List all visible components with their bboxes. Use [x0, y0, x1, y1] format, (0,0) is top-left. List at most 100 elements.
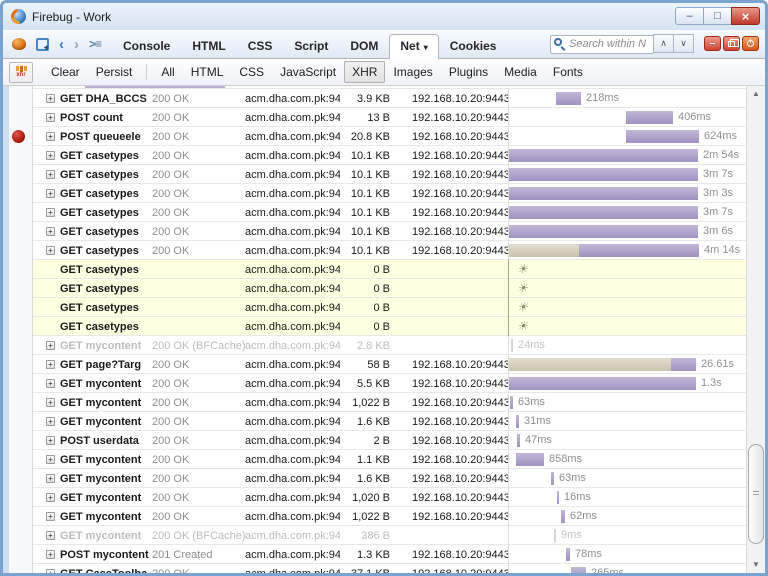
filter-fonts[interactable]: Fonts [545, 61, 591, 83]
size-cell: 10.1 KB [350, 244, 390, 257]
firebug-icon[interactable] [12, 38, 26, 50]
search-next-button[interactable]: ∨ [673, 34, 694, 54]
remote-ip-cell: 192.168.10.20:9443 [412, 358, 508, 371]
filter-plugins[interactable]: Plugins [441, 61, 496, 83]
timeline-cell: 4m 14s [508, 241, 746, 260]
expand-icon[interactable]: + [46, 246, 55, 255]
expand-icon[interactable]: + [46, 550, 55, 559]
scroll-down-button[interactable]: ▼ [747, 557, 765, 573]
expand-icon[interactable]: + [46, 113, 55, 122]
table-row[interactable]: + GET CaseToolba200 OKacm.dha.com.pk:9443… [33, 564, 746, 573]
firebug-detach-button[interactable] [723, 36, 740, 52]
filter-javascript[interactable]: JavaScript [272, 61, 344, 83]
table-row[interactable]: + GET casetypes 200 OK acm.dha.com.pk:9443 1… [33, 146, 746, 165]
break-on-xhr-button[interactable]: xhr [9, 61, 33, 83]
table-row[interactable]: + GET mycontent 200 OK acm.dha.com.pk:9443 1… [33, 507, 746, 526]
table-row[interactable]: GET casetypes acm.dha.com.pk:9443 0 B ☀ [33, 260, 746, 279]
breakpoint-gutter[interactable] [3, 86, 33, 573]
url-cell: GET casetypes [60, 263, 139, 276]
table-row[interactable]: + GET casetypes 200 OK acm.dha.com.pk:9443 1… [33, 203, 746, 222]
table-row[interactable]: GET casetypes acm.dha.com.pk:9443 0 B ☀ [33, 298, 746, 317]
expand-icon[interactable]: + [46, 493, 55, 502]
expand-icon[interactable]: + [46, 227, 55, 236]
table-row[interactable]: + GET casetypes 200 OK acm.dha.com.pk:9443 1… [33, 184, 746, 203]
expand-icon[interactable]: + [46, 512, 55, 521]
table-row[interactable]: + GET mycontent 200 OK acm.dha.com.pk:9443 1… [33, 450, 746, 469]
maximize-button[interactable]: □ [703, 7, 732, 25]
tab-cookies[interactable]: Cookies [439, 34, 508, 58]
filter-media[interactable]: Media [496, 61, 545, 83]
tab-html[interactable]: HTML [181, 34, 236, 58]
filter-css[interactable]: CSS [231, 61, 272, 83]
timeline-cell: 3m 6s [508, 222, 746, 241]
breakpoint-dot[interactable] [12, 130, 25, 143]
inspect-icon[interactable] [36, 37, 49, 51]
forward-icon[interactable]: › [74, 36, 79, 53]
table-row[interactable]: GET casetypes acm.dha.com.pk:9443 0 B ☀ [33, 279, 746, 298]
table-row[interactable]: + GET mycontent 200 OK acm.dha.com.pk:9443 1… [33, 488, 746, 507]
time-label: 62ms [570, 510, 597, 522]
filter-all[interactable]: All [153, 61, 182, 83]
tab-css[interactable]: CSS [237, 34, 284, 58]
filter-html[interactable]: HTML [183, 61, 232, 83]
close-button[interactable]: × [731, 7, 760, 25]
tab-net[interactable]: Net ▾ [389, 34, 439, 59]
back-icon[interactable]: ‹ [59, 36, 64, 53]
expand-icon[interactable]: + [46, 398, 55, 407]
expand-icon[interactable]: + [46, 474, 55, 483]
filter-xhr[interactable]: XHR [344, 61, 386, 83]
scroll-up-button[interactable]: ▲ [747, 86, 765, 102]
table-row[interactable]: + GET mycontent 200 OK acm.dha.com.pk:9443 1… [33, 393, 746, 412]
persist-button[interactable]: Persist [88, 61, 141, 83]
table-row[interactable]: + GET casetypes 200 OK acm.dha.com.pk:9443 1… [33, 222, 746, 241]
expand-icon[interactable]: + [46, 379, 55, 388]
domain-cell: acm.dha.com.pk:9443 [245, 434, 340, 447]
expand-icon[interactable]: + [46, 417, 55, 426]
table-row[interactable]: + POST mycontent 201 Created acm.dha.com.pk… [33, 545, 746, 564]
expand-icon[interactable]: + [46, 208, 55, 217]
table-row[interactable]: + GET mycontent 200 OK acm.dha.com.pk:9443 1… [33, 412, 746, 431]
expand-icon[interactable]: + [46, 132, 55, 141]
search-prev-button[interactable]: ∧ [653, 34, 674, 54]
table-row[interactable]: + POST count 200 OK acm.dha.com.pk:9443 13 B… [33, 108, 746, 127]
expand-icon[interactable]: + [46, 360, 55, 369]
scroll-thumb[interactable] [748, 444, 764, 544]
table-row[interactable]: + GET DHA_BCCS 200 OK acm.dha.com.pk:9443 3.… [33, 89, 746, 108]
table-row[interactable]: + GET mycontent 200 OK (BFCache) acm.dha.co… [33, 526, 746, 545]
expand-icon[interactable]: + [46, 531, 55, 540]
clear-button[interactable]: Clear [43, 61, 88, 83]
url-cell: POST count [60, 111, 123, 124]
domain-cell: acm.dha.com.pk:9443 [245, 282, 340, 295]
filter-images[interactable]: Images [385, 61, 440, 83]
timeline-bar [511, 339, 513, 352]
expand-icon[interactable]: + [46, 455, 55, 464]
expand-icon[interactable]: + [46, 569, 55, 573]
expand-icon[interactable]: + [46, 151, 55, 160]
status-cell: 200 OK [152, 149, 190, 162]
table-row[interactable]: + GET mycontent 200 OK (BFCache) acm.dha.co… [33, 336, 746, 355]
expand-icon[interactable]: + [46, 341, 55, 350]
firebug-deactivate-button[interactable] [742, 36, 759, 52]
minimize-button[interactable]: – [675, 7, 704, 25]
table-row[interactable]: + GET mycontent 200 OK acm.dha.com.pk:9443 1… [33, 469, 746, 488]
expand-icon[interactable]: + [46, 189, 55, 198]
table-row[interactable]: + GET casetypes 200 OK acm.dha.com.pk:9443 1… [33, 165, 746, 184]
status-cell: 200 OK (BFCache) [152, 339, 245, 352]
expand-icon[interactable]: + [46, 94, 55, 103]
tab-dom[interactable]: DOM [339, 34, 389, 58]
firebug-minimize-button[interactable]: – [704, 36, 721, 52]
table-row[interactable]: + POST queueele 200 OK acm.dha.com.pk:9443 2… [33, 127, 746, 146]
tab-console[interactable]: Console [112, 34, 181, 58]
scrollbar[interactable]: ▲ ▼ [746, 86, 765, 573]
table-row[interactable]: GET casetypes acm.dha.com.pk:9443 0 B ☀ [33, 317, 746, 336]
table-row[interactable]: + GET page?Targ 200 OK acm.dha.com.pk:9443 5… [33, 355, 746, 374]
size-cell: 58 B [367, 358, 390, 371]
search-input[interactable] [550, 34, 654, 54]
expand-icon[interactable]: + [46, 170, 55, 179]
table-row[interactable]: + POST userdata 200 OK acm.dha.com.pk:9443 2… [33, 431, 746, 450]
table-row[interactable]: + GET mycontent 200 OK acm.dha.com.pk:9443 5… [33, 374, 746, 393]
command-line-icon[interactable]: >≡ [89, 37, 102, 51]
expand-icon[interactable]: + [46, 436, 55, 445]
tab-script[interactable]: Script [283, 34, 339, 58]
table-row[interactable]: + GET casetypes 200 OK acm.dha.com.pk:9443 1… [33, 241, 746, 260]
